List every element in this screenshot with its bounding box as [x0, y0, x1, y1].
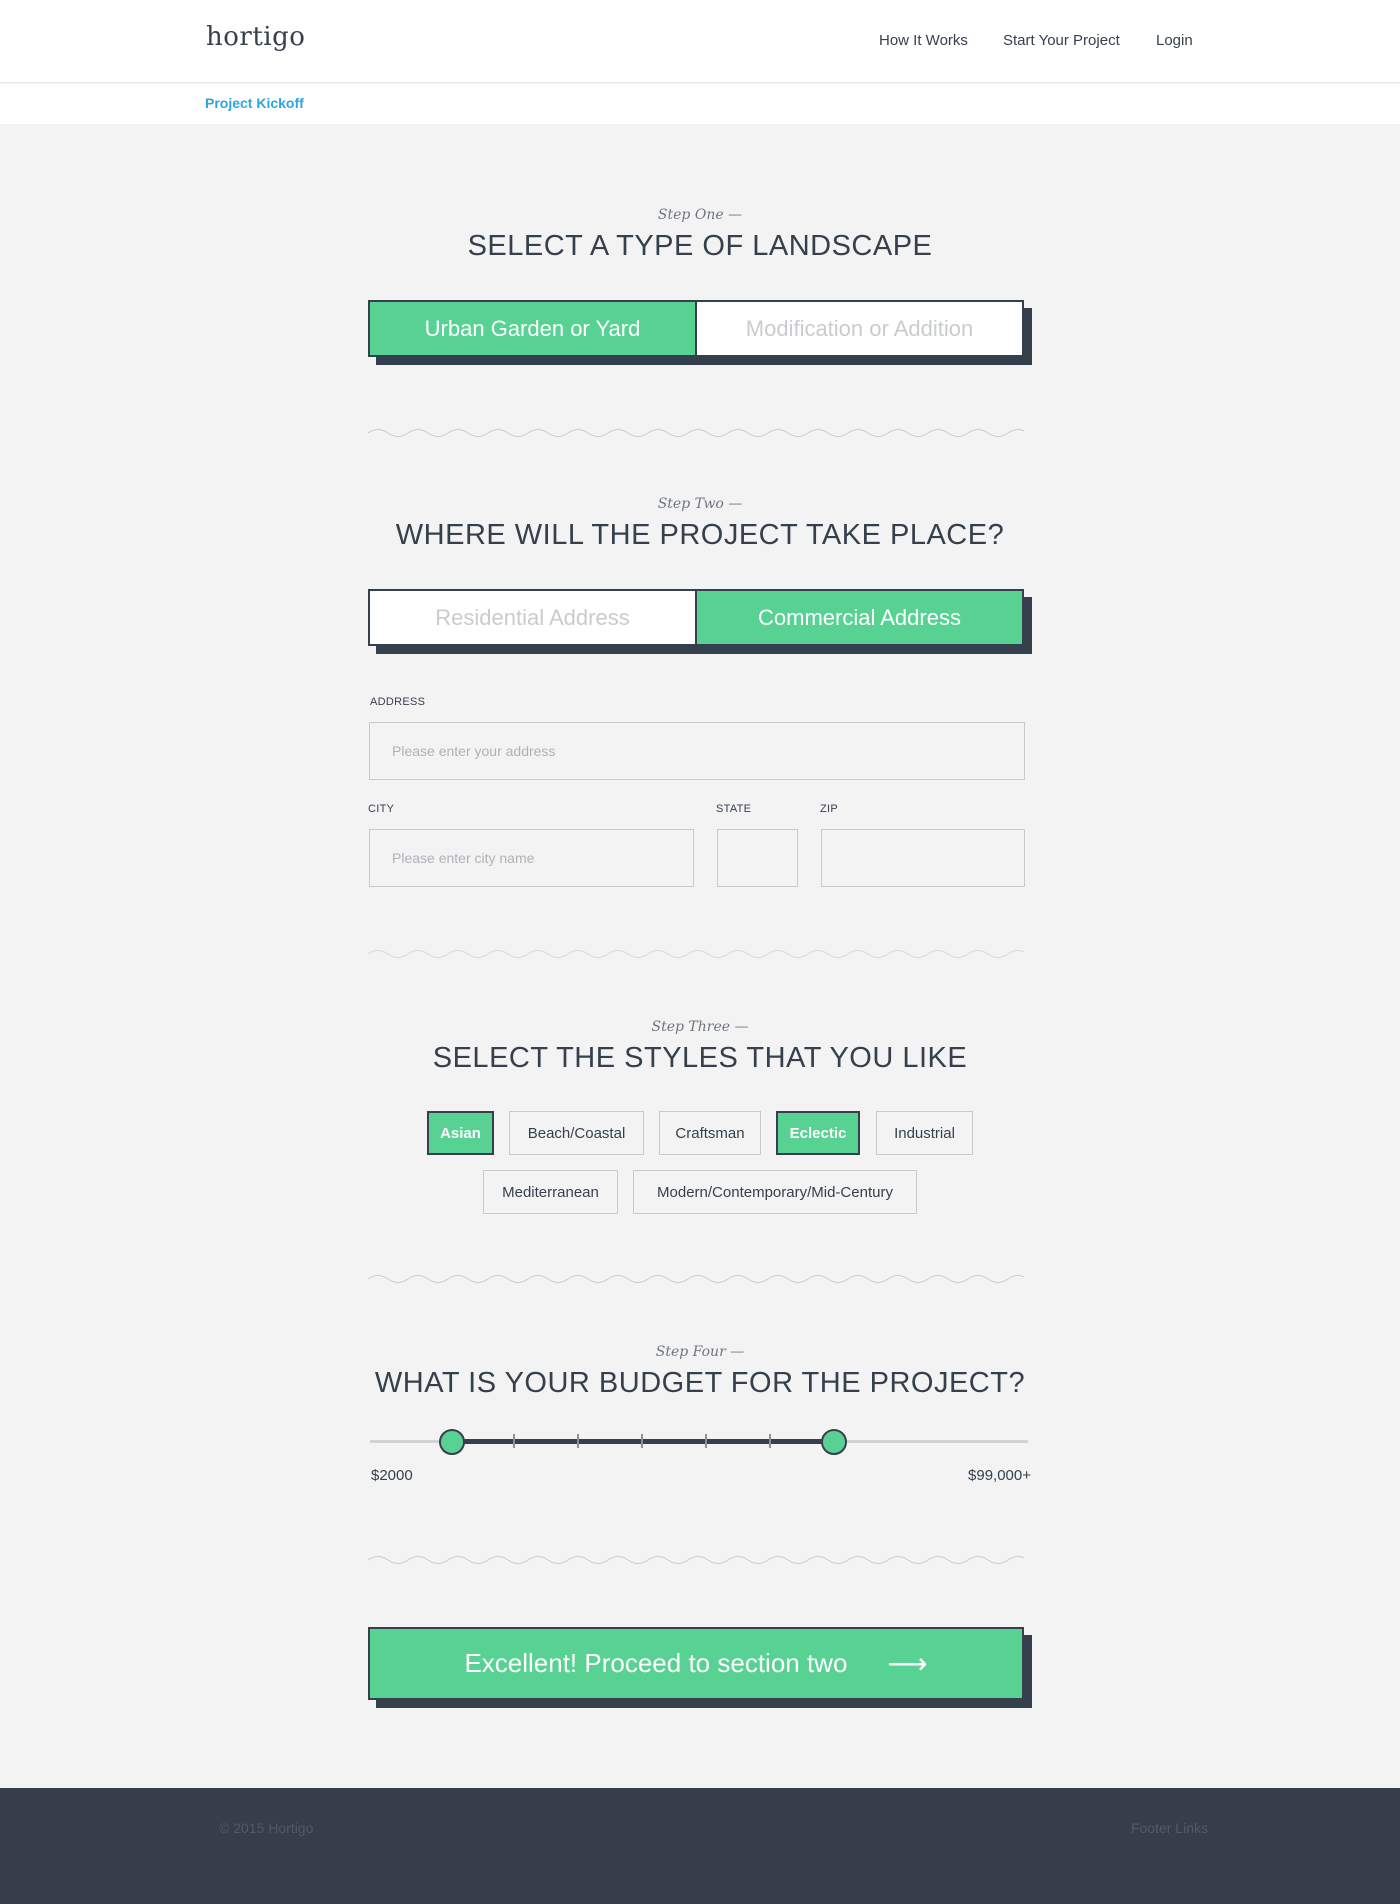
nav-login[interactable]: Login [1156, 32, 1193, 49]
budget-max-handle[interactable] [820, 1429, 847, 1455]
wave-divider [368, 1275, 1024, 1283]
city-label: CITY [368, 803, 395, 815]
wave-divider [368, 950, 1024, 958]
step-four-title: WHAT IS YOUR BUDGET FOR THE PROJECT? [374, 1367, 1026, 1399]
style-chip-asian[interactable]: Asian [427, 1111, 494, 1155]
slider-tick [769, 1434, 771, 1448]
proceed-button-label: Excellent! Proceed to section two [464, 1648, 848, 1678]
budget-max-label: $99,000+ [968, 1467, 1031, 1484]
option-urban-garden[interactable]: Urban Garden or Yard [370, 302, 695, 355]
step-three-label: Step Three — [651, 1019, 749, 1035]
budget-min-handle[interactable] [439, 1429, 466, 1455]
step-one-label: Step One — [657, 207, 743, 223]
address-type-toggle: Residential Address Commercial Address [368, 589, 1024, 646]
address-input[interactable] [369, 722, 1025, 780]
landscape-type-toggle: Urban Garden or Yard Modification or Add… [368, 300, 1024, 357]
style-chip-beach-coastal[interactable]: Beach/Coastal [509, 1111, 644, 1155]
city-input[interactable] [369, 829, 694, 887]
state-label: STATE [716, 803, 752, 815]
step-two-title: WHERE WILL THE PROJECT TAKE PLACE? [395, 519, 1005, 551]
state-input[interactable] [717, 829, 798, 887]
step-one-title: SELECT A TYPE OF LANDSCAPE [467, 230, 933, 262]
style-chip-craftsman[interactable]: Craftsman [659, 1111, 761, 1155]
budget-slider-range [452, 1439, 834, 1444]
slider-tick [705, 1434, 707, 1448]
step-two-label: Step Two — [657, 496, 743, 512]
breadcrumb[interactable]: Project Kickoff [205, 95, 304, 111]
footer-links[interactable]: Footer Links [1131, 1820, 1208, 1836]
wave-divider [368, 429, 1024, 437]
step-four-label: Step Four — [655, 1344, 745, 1360]
option-commercial[interactable]: Commercial Address [695, 591, 1022, 644]
footer-copyright: © 2015 Hortigo [219, 1820, 314, 1836]
style-chip-mediterranean[interactable]: Mediterranean [483, 1170, 618, 1214]
arrow-right-icon: ⟶ [887, 1648, 928, 1679]
zip-input[interactable] [821, 829, 1025, 887]
step-three-title: SELECT THE STYLES THAT YOU LIKE [432, 1042, 968, 1074]
zip-label: ZIP [820, 803, 839, 815]
address-label: ADDRESS [370, 696, 426, 708]
style-chip-eclectic[interactable]: Eclectic [776, 1111, 860, 1155]
logo[interactable]: hortigo [206, 22, 305, 52]
slider-tick [577, 1434, 579, 1448]
option-residential[interactable]: Residential Address [370, 591, 695, 644]
slider-tick [641, 1434, 643, 1448]
option-modification[interactable]: Modification or Addition [695, 302, 1022, 355]
slider-tick [513, 1434, 515, 1448]
style-chip-industrial[interactable]: Industrial [876, 1111, 973, 1155]
proceed-button[interactable]: Excellent! Proceed to section two ⟶ [368, 1627, 1024, 1700]
wave-divider [368, 1556, 1024, 1564]
nav-start-project[interactable]: Start Your Project [1003, 32, 1120, 49]
nav-how-it-works[interactable]: How It Works [879, 32, 968, 49]
style-chip-modern[interactable]: Modern/Contemporary/Mid-Century [633, 1170, 917, 1214]
footer [0, 1788, 1400, 1904]
budget-min-label: $2000 [371, 1467, 413, 1484]
